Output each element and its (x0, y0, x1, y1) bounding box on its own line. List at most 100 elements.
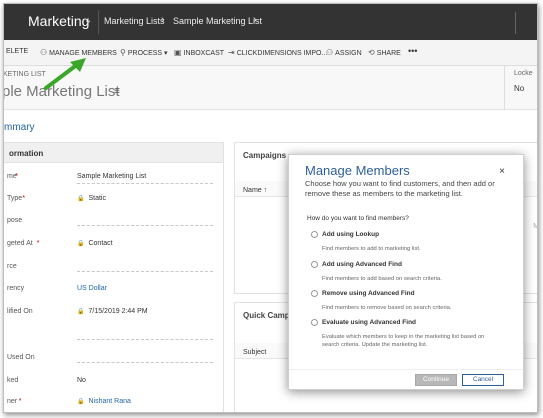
process-button[interactable]: ⚲ PROCESS ▾ (120, 48, 168, 57)
form-field-row: geted At * 🔒 Contact (4, 240, 225, 262)
annotation-arrow-icon (44, 58, 86, 90)
field-value-text: Static (88, 195, 106, 202)
field-label: Used On (7, 354, 35, 361)
app-name[interactable]: Marketing (28, 13, 89, 29)
field-value-text: US Dollar (77, 285, 107, 292)
dialog-footer-divider (289, 369, 523, 370)
app-switcher-chevron-icon[interactable]: ⌄ (84, 15, 92, 26)
field-value-text: 7/15/2019 2:44 PM (88, 308, 148, 315)
field-value[interactable]: US Dollar (77, 285, 107, 292)
share-button[interactable]: ⟲ SHARE (368, 48, 401, 57)
field-value-text: Nishant Rana (88, 398, 131, 405)
field-value[interactable]: 🔒 Contact (77, 240, 113, 247)
continue-button[interactable]: Continue (415, 374, 457, 386)
form-selector-icon[interactable]: ≡ (114, 86, 120, 97)
breadcrumb-current-record[interactable]: Sample Marketing List (173, 16, 262, 26)
import-icon: ⇥ (228, 48, 235, 57)
information-section: ormation me * Sample Marketing List Type * 🔒 S… (4, 142, 225, 412)
form-field-row: Used On (4, 354, 225, 376)
required-asterisk: * (36, 240, 40, 247)
option-description: Evaluate which members to keep in the ma… (322, 334, 485, 348)
field-label: geted At (7, 240, 33, 247)
field-label: rency (7, 285, 25, 292)
radio-evaluate-using-advanced-find[interactable] (311, 319, 318, 326)
lock-icon: 🔒 (77, 196, 85, 202)
top-navigation-bar: Marketing ⌄ Marketing Lists › Sample Mar… (4, 4, 537, 40)
lock-icon: 🔒 (77, 399, 85, 405)
field-input-underline[interactable] (77, 339, 213, 340)
lock-icon: 🔒 (77, 241, 85, 247)
radio-add-using-lookup[interactable] (311, 231, 318, 238)
form-field-row (4, 331, 225, 353)
process-caret-icon: ▾ (164, 50, 168, 57)
field-value[interactable]: 🔒 7/15/2019 2:44 PM (77, 308, 148, 315)
field-input-underline[interactable] (77, 183, 213, 184)
quick-campaigns-subject-column-header[interactable]: Subject (243, 349, 266, 356)
locked-value: No (514, 84, 525, 93)
required-asterisk: * (18, 398, 22, 405)
form-field-row: ked No (4, 377, 225, 399)
option-description: Find members to remove based on search c… (322, 305, 452, 311)
radio-remove-using-advanced-find[interactable] (311, 290, 318, 297)
field-label: ked (7, 377, 19, 384)
field-label: Type (7, 195, 23, 202)
campaigns-name-column-header[interactable]: Name ↑ (243, 187, 267, 194)
radio-add-using-advanced-find[interactable] (311, 261, 318, 268)
nav-separator (98, 10, 99, 34)
header-divider (504, 66, 505, 110)
form-field-row: ner * 🔒 Nishant Rana (4, 398, 225, 412)
form-field-row: Type * 🔒 Static (4, 195, 225, 217)
breadcrumb-chevron-icon: › (253, 14, 257, 26)
field-value[interactable]: 🔒 Nishant Rana (77, 398, 131, 405)
dialog-title: Manage Members (305, 163, 410, 178)
process-icon: ⚲ (120, 48, 126, 57)
option-label[interactable]: Remove using Advanced Find (322, 290, 415, 297)
lock-icon: 🔒 (77, 309, 85, 315)
field-value[interactable]: 🔒 Static (77, 195, 106, 202)
field-input-underline[interactable] (77, 271, 213, 272)
more-icon: ••• (408, 46, 418, 56)
delete-button[interactable]: ELETE (6, 48, 28, 55)
field-label: lified On (7, 308, 33, 315)
field-label: rce (7, 263, 17, 270)
more-commands-button[interactable]: ••• (408, 46, 417, 56)
campaigns-edge-text: Ma (533, 223, 537, 230)
form-field-row: rency US Dollar (4, 285, 225, 307)
option-label[interactable]: Add using Lookup (322, 231, 379, 238)
field-value-text: No (77, 377, 86, 384)
breadcrumb-chevron-icon: › (161, 14, 165, 26)
dialog-description: Choose how you want to find customers, a… (305, 179, 495, 198)
assign-icon: ⚇ (326, 48, 334, 57)
field-value[interactable]: No (77, 377, 86, 384)
option-description: Find members to add based on search crit… (322, 276, 442, 282)
clickdimensions-import-button[interactable]: ⇥ CLICKDIMENSIONS IMPO... (228, 48, 327, 57)
inboxcast-icon: ▣ (174, 48, 182, 57)
share-icon: ⟲ (368, 48, 375, 57)
cancel-button[interactable]: Cancel (462, 374, 504, 386)
option-label[interactable]: Add using Advanced Find (322, 261, 402, 268)
required-asterisk: * (22, 195, 26, 202)
option-label[interactable]: Evaluate using Advanced Find (322, 319, 416, 326)
tab-summary[interactable]: mmary (4, 122, 35, 133)
option-description: Find members to add to marketing list. (322, 246, 421, 252)
inboxcast-button[interactable]: ▣ INBOXCAST (174, 48, 224, 57)
nav-divider (515, 12, 525, 34)
manage-members-dialog: Manage Members × Choose how you want to … (288, 154, 524, 390)
field-label: pose (7, 217, 23, 224)
form-field-row: rce (4, 263, 225, 285)
dialog-question: How do you want to find members? (307, 215, 409, 222)
form-field-row: pose (4, 217, 225, 239)
locked-label: Locke (514, 70, 533, 77)
assign-button[interactable]: ⚇ ASSIGN (326, 48, 362, 57)
required-asterisk: * (15, 173, 18, 180)
breadcrumb-marketing-lists[interactable]: Marketing Lists (104, 16, 165, 26)
field-input-underline[interactable] (77, 225, 213, 226)
field-value-text: Sample Marketing List (77, 173, 147, 180)
app-window: Marketing ⌄ Marketing Lists › Sample Mar… (3, 3, 538, 413)
campaigns-title: Campaigns (243, 151, 287, 160)
close-icon[interactable]: × (499, 166, 505, 177)
field-label: ner (7, 398, 18, 405)
field-value[interactable]: Sample Marketing List (77, 173, 146, 180)
form-field-row: me * Sample Marketing List (4, 173, 225, 195)
field-input-underline[interactable] (77, 362, 213, 363)
